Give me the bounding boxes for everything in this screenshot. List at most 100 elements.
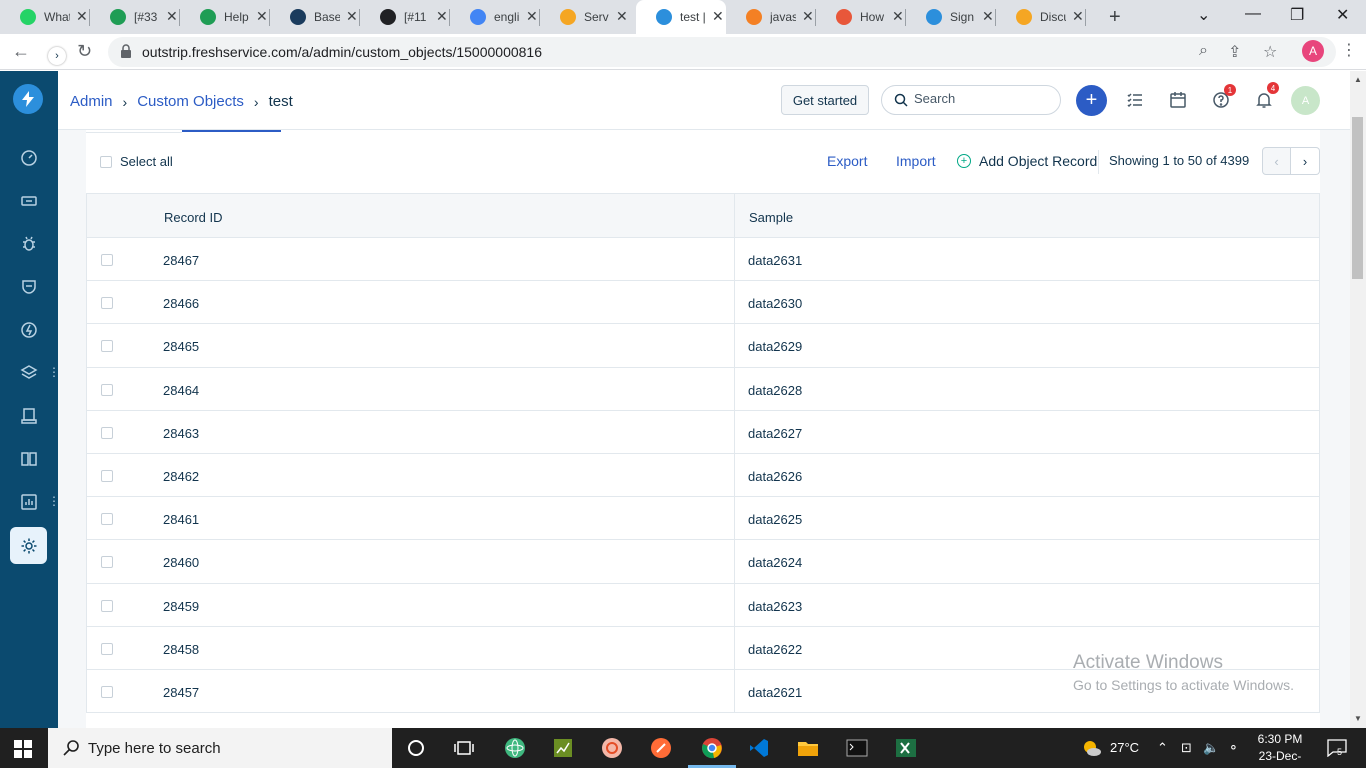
row-checkbox[interactable] [101, 599, 113, 612]
browser-tab[interactable]: Sign ✕ [906, 0, 996, 34]
problems-icon[interactable] [19, 234, 39, 254]
tickets-icon[interactable] [19, 191, 39, 211]
sidebar-expand-button[interactable]: › [48, 47, 66, 65]
scroll-up-arrow-icon[interactable]: ▲ [1354, 75, 1362, 84]
row-checkbox[interactable] [101, 685, 113, 698]
close-tab-icon[interactable]: ✕ [526, 8, 538, 25]
user-avatar[interactable]: A [1291, 86, 1320, 115]
terminal-icon[interactable] [845, 736, 869, 760]
row-checkbox[interactable] [101, 254, 113, 266]
table-row[interactable]: 28465 data2629 [87, 324, 1319, 368]
column-header-record-id[interactable]: Record ID [164, 210, 223, 225]
atom-app-icon[interactable] [503, 736, 527, 760]
cell-record-id[interactable]: 28463 [163, 426, 199, 441]
new-item-plus-button[interactable]: + [1076, 85, 1107, 116]
todo-list-icon[interactable] [1125, 90, 1145, 110]
browser-tab[interactable]: [#11 ✕ [360, 0, 450, 34]
close-tab-icon[interactable]: ✕ [802, 8, 814, 25]
tray-expand-icon[interactable]: ⌃ [1157, 740, 1168, 756]
tab-search-icon[interactable]: ⌄ [1197, 5, 1210, 25]
table-row[interactable]: 28467 data2631 [87, 238, 1319, 282]
breadcrumb-custom-objects[interactable]: Custom Objects [137, 93, 244, 110]
table-row[interactable]: 28461 data2625 [87, 497, 1319, 541]
browser-tab[interactable]: How ✕ [816, 0, 906, 34]
close-tab-icon[interactable]: ✕ [712, 8, 724, 25]
cell-record-id[interactable]: 28466 [163, 296, 199, 311]
cell-record-id[interactable]: 28467 [163, 253, 199, 268]
table-row[interactable]: 28463 data2627 [87, 410, 1319, 454]
vscode-icon[interactable] [747, 736, 771, 760]
zoom-icon[interactable]: ⌕ [1199, 42, 1208, 60]
cell-record-id[interactable]: 28458 [163, 642, 199, 657]
excel-icon[interactable] [894, 736, 918, 760]
row-checkbox[interactable] [101, 340, 113, 353]
taskbar-search-box[interactable]: Type here to search [48, 728, 392, 768]
freshservice-logo-icon[interactable] [13, 84, 43, 114]
wifi-status-icon[interactable]: ⚬ [1228, 740, 1239, 756]
next-page-button[interactable]: › [1291, 147, 1320, 175]
table-row[interactable]: 28466 data2630 [87, 281, 1319, 325]
bookmark-star-icon[interactable]: ☆ [1263, 42, 1277, 62]
breadcrumb-admin[interactable]: Admin [70, 93, 113, 110]
cell-record-id[interactable]: 28460 [163, 555, 199, 570]
close-tab-icon[interactable]: ✕ [166, 8, 178, 25]
charts-app-icon[interactable] [551, 736, 575, 760]
import-button[interactable]: Import [896, 153, 936, 169]
postman-icon[interactable] [649, 736, 673, 760]
previous-page-button[interactable]: ‹ [1262, 147, 1291, 175]
table-row[interactable]: 28462 data2626 [87, 453, 1319, 498]
column-header-sample[interactable]: Sample [749, 210, 793, 225]
minimize-button[interactable]: — [1245, 5, 1261, 23]
new-tab-button[interactable]: + [1109, 6, 1121, 29]
browser-tab[interactable]: engli ✕ [450, 0, 540, 34]
table-row[interactable]: 28460 data2624 [87, 540, 1319, 584]
changes-icon[interactable] [19, 277, 39, 297]
purchase-orders-icon[interactable] [19, 406, 39, 426]
close-tab-icon[interactable]: ✕ [256, 8, 268, 25]
app-a-icon[interactable] [600, 736, 624, 760]
browser-menu-icon[interactable]: ⋮ [1341, 40, 1357, 60]
browser-tab[interactable]: Serv ✕ [540, 0, 630, 34]
cell-record-id[interactable]: 28465 [163, 339, 199, 354]
cell-record-id[interactable]: 28464 [163, 383, 199, 398]
address-bar[interactable]: outstrip.freshservice.com/a/admin/custom… [108, 37, 1336, 67]
scroll-down-arrow-icon[interactable]: ▼ [1354, 714, 1362, 723]
taskbar-clock[interactable]: 6:30 PM 23-Dec-21 [1252, 731, 1308, 768]
share-icon[interactable]: ⇪ [1228, 42, 1241, 62]
close-window-button[interactable]: ✕ [1336, 5, 1349, 25]
file-explorer-icon[interactable] [796, 736, 820, 760]
scrollbar-thumb[interactable] [1352, 117, 1363, 279]
row-checkbox[interactable] [101, 469, 113, 482]
windows-start-icon[interactable] [14, 740, 32, 758]
table-row[interactable]: 28459 data2623 [87, 583, 1319, 627]
close-tab-icon[interactable]: ✕ [1072, 8, 1084, 25]
releases-icon[interactable] [19, 320, 39, 340]
cortana-icon[interactable] [404, 736, 428, 760]
cell-record-id[interactable]: 28462 [163, 469, 199, 484]
profile-avatar[interactable]: A [1302, 40, 1324, 62]
reports-icon[interactable] [19, 492, 39, 512]
table-row[interactable]: 28464 data2628 [87, 367, 1319, 411]
row-checkbox[interactable] [101, 383, 113, 396]
browser-tab[interactable]: [#33 ✕ [90, 0, 180, 34]
browser-tab[interactable]: javas ✕ [726, 0, 816, 34]
close-tab-icon[interactable]: ✕ [982, 8, 994, 25]
browser-tab[interactable]: Help ✕ [180, 0, 270, 34]
browser-tab[interactable]: What ✕ [0, 0, 90, 34]
close-tab-icon[interactable]: ✕ [616, 8, 628, 25]
search-box[interactable] [881, 85, 1061, 115]
close-tab-icon[interactable]: ✕ [346, 8, 358, 25]
assets-icon[interactable] [19, 363, 39, 383]
restore-button[interactable]: ❐ [1290, 5, 1304, 25]
export-button[interactable]: Export [827, 153, 867, 169]
task-view-icon[interactable] [452, 736, 476, 760]
row-checkbox[interactable] [101, 513, 113, 526]
network-icon[interactable]: ⊡ [1181, 740, 1192, 756]
row-checkbox[interactable] [101, 297, 113, 310]
close-tab-icon[interactable]: ✕ [892, 8, 904, 25]
row-checkbox[interactable] [101, 426, 113, 439]
dashboard-icon[interactable] [19, 148, 39, 168]
get-started-button[interactable]: Get started [781, 85, 869, 115]
calendar-icon[interactable] [1168, 90, 1188, 110]
back-icon[interactable]: ← [12, 41, 30, 62]
